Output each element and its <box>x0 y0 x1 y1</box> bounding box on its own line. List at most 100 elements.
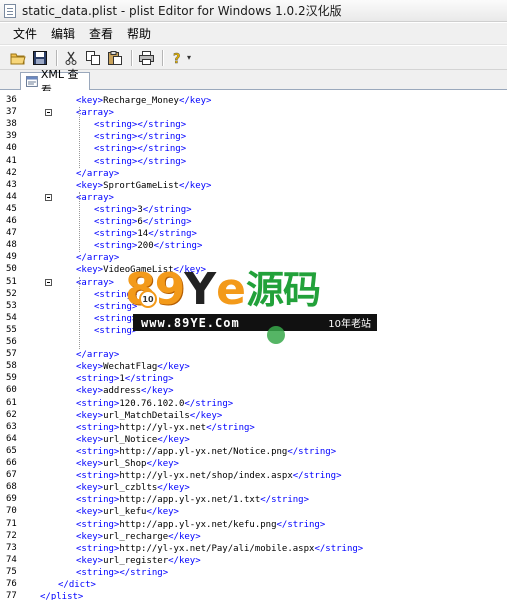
code-line[interactable]: <key>Recharge_Money</key> <box>76 95 211 107</box>
xml-tag: </string> <box>184 398 234 409</box>
xml-tag: <string> <box>94 229 138 240</box>
code-line[interactable]: <string>http://yl-yx.net/Pay/ali/mobile.… <box>76 543 363 555</box>
code-line[interactable]: <array> <box>76 192 114 204</box>
xml-tag: </string> <box>148 229 197 240</box>
code-line[interactable]: <key>url_Notice</key> <box>76 434 190 446</box>
editor-line: 73 <box>0 543 40 555</box>
code-line[interactable]: <string>3</string> <box>94 204 192 216</box>
code-line[interactable]: <array> <box>76 277 114 289</box>
fold-toggle-icon[interactable] <box>45 193 52 201</box>
xml-tag: </key> <box>141 386 174 397</box>
code-line[interactable]: </array> <box>76 168 119 180</box>
code-line[interactable]: <string></string> <box>94 143 186 155</box>
line-number: 48 <box>6 240 17 251</box>
xml-text: address <box>103 386 142 397</box>
code-line[interactable]: <key>url_Shop</key> <box>76 458 179 470</box>
line-number: 64 <box>6 433 17 444</box>
code-line[interactable]: <string>120.76.102.0</string> <box>76 398 233 410</box>
code-line[interactable]: <string>6</string> <box>94 216 192 228</box>
xml-tag: </string> <box>124 374 174 385</box>
help-dropdown-icon[interactable]: ▾ <box>187 53 191 62</box>
fold-toggle-icon[interactable] <box>45 278 52 286</box>
editor-line: 69 <box>0 494 40 506</box>
code-line[interactable]: <key>WechatFlag</key> <box>76 361 190 373</box>
xml-tag: <key> <box>76 434 104 445</box>
code-line[interactable]: <string>http://yl-yx.net</string> <box>76 422 255 434</box>
code-line[interactable]: </dict> <box>58 579 96 591</box>
line-number: 50 <box>6 264 17 275</box>
code-line[interactable]: <key>SprortGameList</key> <box>76 180 211 192</box>
xml-tag: <string> <box>76 471 120 482</box>
code-line[interactable]: <key>url_kefu</key> <box>76 506 179 518</box>
code-line[interactable]: <string>http://app.yl-yx.net/Notice.png<… <box>76 446 336 458</box>
menu-edit[interactable]: 编辑 <box>44 23 82 44</box>
watermark-brand-e: e <box>216 264 246 315</box>
line-number: 52 <box>6 288 17 299</box>
line-number: 58 <box>6 361 17 372</box>
save-icon[interactable] <box>30 48 50 68</box>
code-line[interactable]: <key>url_czblts</key> <box>76 482 190 494</box>
code-line[interactable]: <string>1</string> <box>76 373 174 385</box>
code-line[interactable]: <string>http://app.yl-yx.net/kefu.png</s… <box>76 519 325 531</box>
menu-view[interactable]: 查看 <box>82 23 120 44</box>
xml-tag: </string> <box>292 471 342 482</box>
line-number: 59 <box>6 373 17 384</box>
code-line[interactable]: <string>200</string> <box>94 240 202 252</box>
code-line[interactable]: <string>http://app.yl-yx.net/1.txt</stri… <box>76 494 309 506</box>
watermark-logo: 89 Y e 源码 10 www.89YE.Com 10年老站 <box>125 262 377 344</box>
xml-tag: </string> <box>314 543 364 554</box>
tab-xml-view[interactable]: XML 查看 <box>20 68 90 97</box>
title-bar: static_data.plist - plist Editor for Win… <box>0 0 507 22</box>
tab-strip: XML 查看 <box>0 68 507 97</box>
line-number: 42 <box>6 167 17 178</box>
xml-tag: <string> <box>76 398 120 409</box>
code-line[interactable]: <string></string> <box>94 119 186 131</box>
editor-line: 61 <box>0 398 40 410</box>
code-line[interactable]: <key>url_register</key> <box>76 555 201 567</box>
editor-line: 48 <box>0 240 40 252</box>
copy-icon[interactable] <box>83 48 103 68</box>
xml-editor[interactable]: 36 <key>Recharge_Money</key> 37 <array> 38 <s… <box>0 91 507 600</box>
code-line[interactable]: </array> <box>76 252 119 264</box>
xml-tag: <string></string> <box>94 156 187 167</box>
xml-tag: </key> <box>189 410 223 421</box>
code-line[interactable]: </plist> <box>40 591 83 600</box>
code-line[interactable]: <string>14</string> <box>94 228 197 240</box>
fold-toggle-icon[interactable] <box>45 109 52 117</box>
xml-tag: <array> <box>76 192 114 203</box>
xml-tag: <string> <box>76 543 120 554</box>
cut-icon[interactable] <box>61 48 81 68</box>
code-line[interactable]: <string>http://yl-yx.net/shop/index.aspx… <box>76 470 342 482</box>
menu-help[interactable]: 帮助 <box>120 23 158 44</box>
code-line[interactable]: <key>address</key> <box>76 385 174 397</box>
menu-file[interactable]: 文件 <box>6 23 44 44</box>
watermark-banner: www.89YE.Com 10年老站 <box>133 314 377 331</box>
code-line[interactable]: <key>url_MatchDetails</key> <box>76 410 222 422</box>
code-line[interactable]: <array> <box>76 107 114 119</box>
print-icon[interactable] <box>136 48 156 68</box>
editor-line: 44 <box>0 192 52 204</box>
code-line[interactable]: </array> <box>76 349 119 361</box>
xml-text: url_kefu <box>103 507 147 518</box>
code-line[interactable]: <string></string> <box>76 567 168 579</box>
line-number: 41 <box>6 155 17 166</box>
xml-tag: </key> <box>157 434 190 445</box>
open-folder-icon[interactable] <box>8 48 28 68</box>
indent-guide <box>79 191 80 253</box>
paste-icon[interactable] <box>105 48 125 68</box>
xml-tag: </key> <box>146 507 179 518</box>
code-line[interactable]: <string></string> <box>94 156 186 168</box>
line-number: 75 <box>6 566 17 577</box>
watermark-brand-cn: 源码 <box>245 268 321 312</box>
watermark-url: www.89YE.Com <box>141 315 240 330</box>
line-number: 72 <box>6 530 17 541</box>
xml-tag: <string> <box>76 446 120 457</box>
xml-tag: </string> <box>276 519 326 530</box>
code-line[interactable]: <string></string> <box>94 131 186 143</box>
line-number: 39 <box>6 131 17 142</box>
code-line[interactable]: <key>url_recharge</key> <box>76 531 201 543</box>
help-icon[interactable]: ? <box>167 48 187 68</box>
xml-text: http://app.yl-yx.net/Notice.png <box>119 446 288 457</box>
line-number: 56 <box>6 337 17 347</box>
xml-tag: <string></string> <box>94 132 187 143</box>
